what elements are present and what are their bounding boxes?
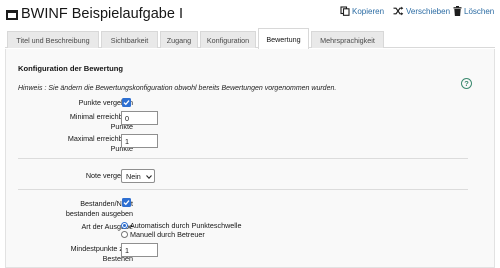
delete-button[interactable]: Löschen xyxy=(453,6,494,16)
course-element-icon xyxy=(6,10,18,20)
page-header: BWINF Beispielaufgabe I Kopieren Verschi… xyxy=(0,0,500,28)
tab-bewertung[interactable]: Bewertung xyxy=(258,28,309,49)
radio-automatisch[interactable]: Automatisch durch Punkteschwelle xyxy=(121,221,241,230)
note-vergeben-value: Nein xyxy=(126,171,141,181)
note-vergeben-select[interactable]: Nein xyxy=(121,169,155,183)
tab-bar: Titel und Beschreibung Sichtbarkeit Zuga… xyxy=(5,28,495,49)
punkte-vergeben-checkbox[interactable] xyxy=(122,98,131,107)
tab-zugang[interactable]: Zugang xyxy=(160,31,198,48)
radio-button[interactable] xyxy=(121,231,128,238)
mindestpunkte-input[interactable]: 1 xyxy=(121,243,158,257)
bestanden-label-line2: bestanden ausgeben xyxy=(65,208,133,218)
section-title: Konfiguration der Bewertung xyxy=(18,64,124,73)
help-icon[interactable]: ? xyxy=(461,78,472,89)
min-punkte-input[interactable]: 0 xyxy=(121,111,158,125)
page-title: BWINF Beispielaufgabe I xyxy=(21,6,183,22)
trash-icon xyxy=(453,6,462,16)
tab-titel-beschreibung[interactable]: Titel und Beschreibung xyxy=(7,31,99,48)
bestanden-checkbox[interactable] xyxy=(122,198,131,207)
copy-button[interactable]: Kopieren xyxy=(340,6,384,16)
divider xyxy=(18,189,468,190)
hint-text: Hinweis : Sie ändern die Bewertungskonfi… xyxy=(18,85,337,92)
tab-mehrsprachigkeit[interactable]: Mehrsprachigkeit xyxy=(311,31,384,48)
radio-button-selected[interactable] xyxy=(121,222,128,229)
move-label: Verschieben xyxy=(406,6,451,16)
delete-label: Löschen xyxy=(464,6,495,16)
move-button[interactable]: Verschieben xyxy=(393,6,450,16)
radio-manuell[interactable]: Manuell durch Betreuer xyxy=(121,230,205,239)
radio-manuell-label: Manuell durch Betreuer xyxy=(130,230,205,239)
tab-sichtbarkeit[interactable]: Sichtbarkeit xyxy=(101,31,158,48)
copy-label: Kopieren xyxy=(352,6,385,16)
divider xyxy=(18,158,468,159)
max-punkte-input[interactable]: 1 xyxy=(121,134,158,148)
tab-konfiguration[interactable]: Konfiguration xyxy=(200,31,256,48)
copy-icon xyxy=(340,6,350,16)
radio-automatisch-label: Automatisch durch Punkteschwelle xyxy=(130,221,242,230)
shuffle-icon xyxy=(393,6,404,16)
chevron-down-icon xyxy=(145,172,152,181)
